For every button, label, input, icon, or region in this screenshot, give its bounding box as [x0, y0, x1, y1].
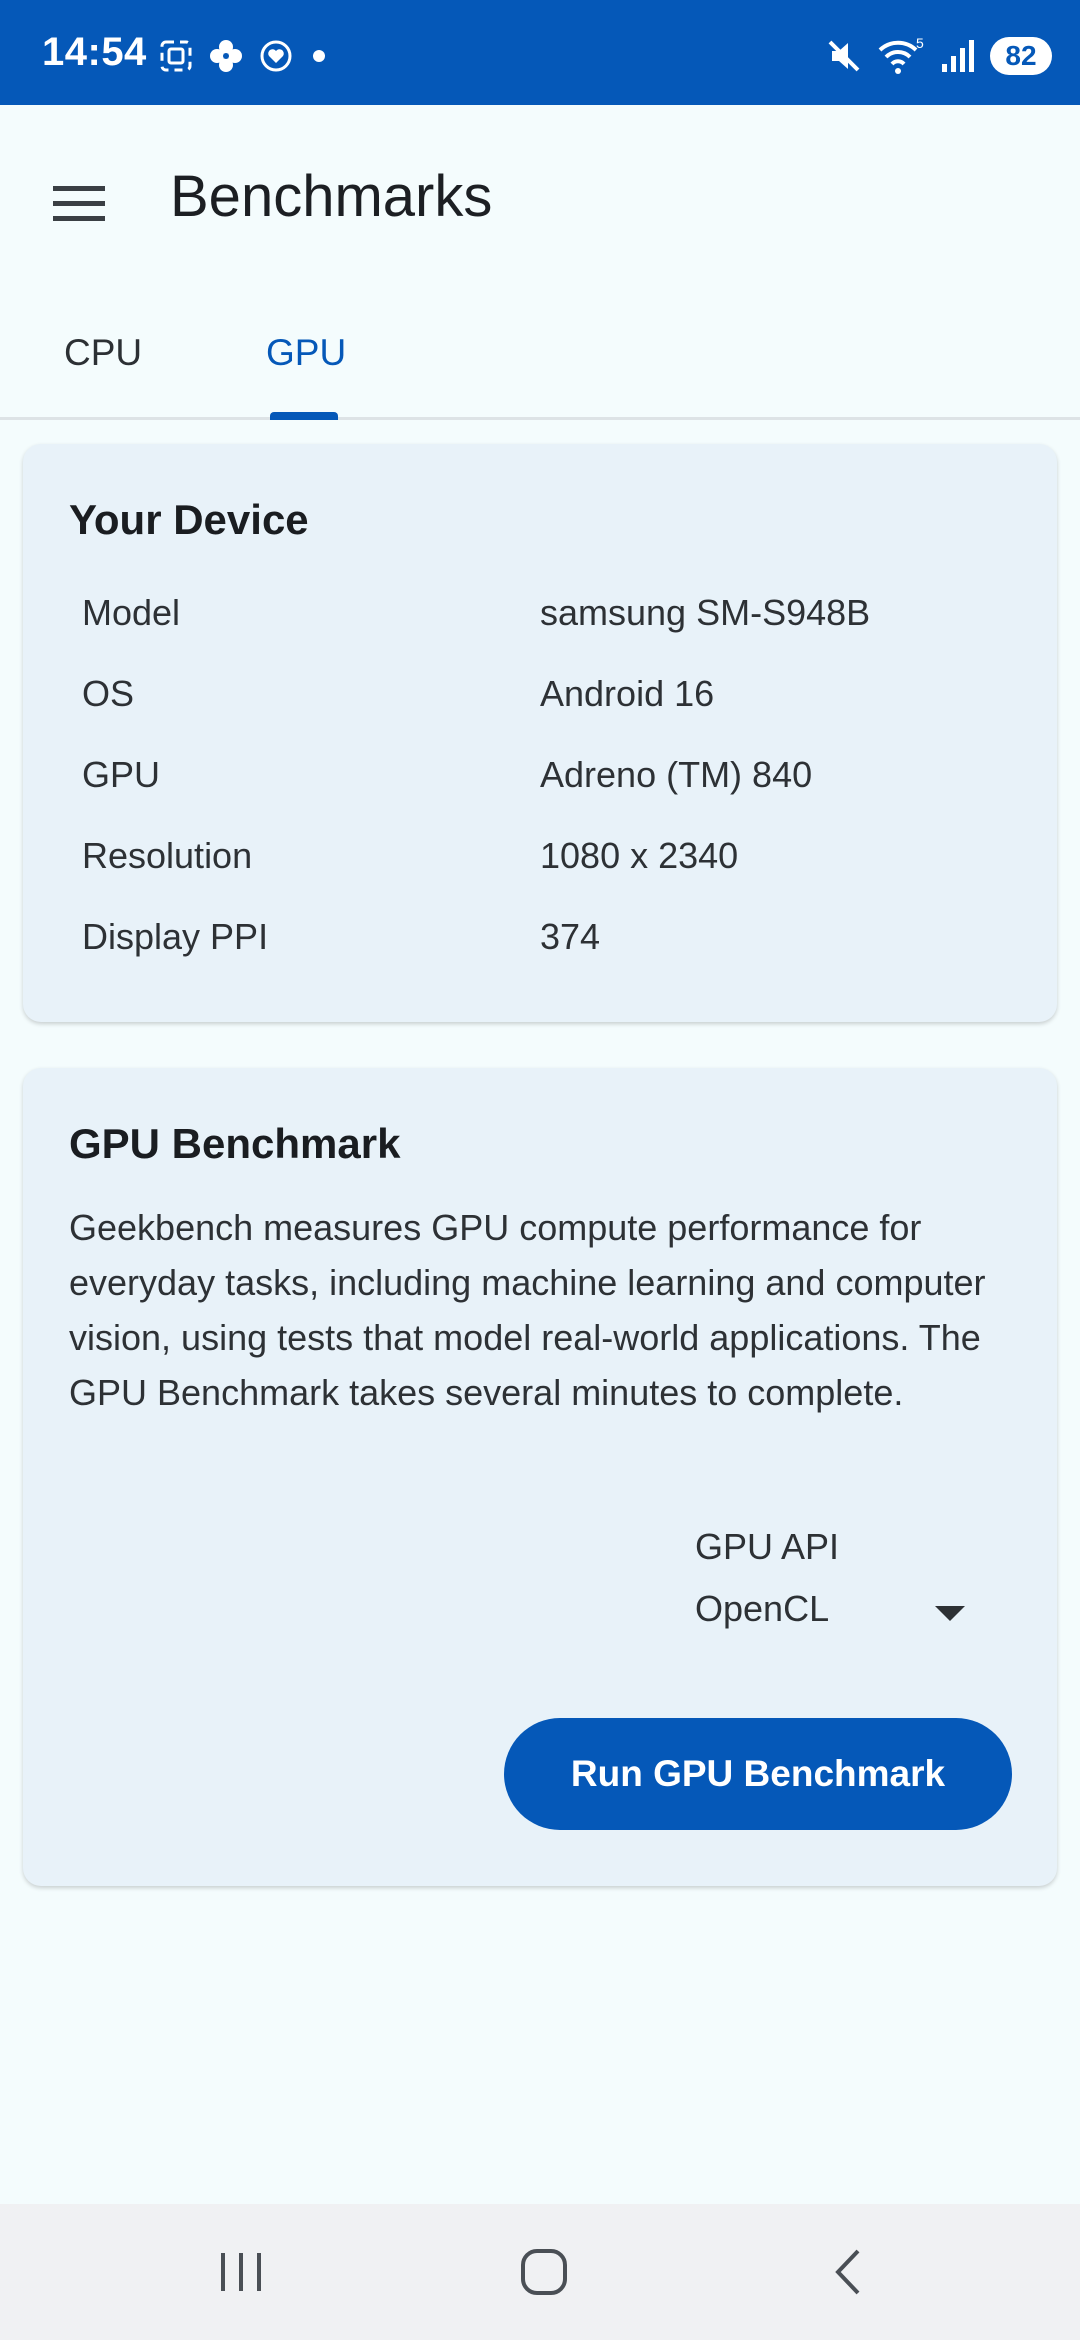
- device-row-label: Display PPI: [82, 916, 269, 957]
- dot-icon: [313, 50, 325, 62]
- heart-circle-icon: [260, 40, 292, 72]
- hamburger-menu-button[interactable]: [44, 169, 114, 239]
- device-row-display-ppi: Display PPI 374: [82, 916, 1032, 976]
- device-row-resolution: Resolution 1080 x 2340: [82, 835, 1032, 895]
- device-card-title: Your Device: [69, 496, 309, 543]
- screenshot-icon: [160, 40, 192, 72]
- battery-indicator: 82: [990, 37, 1052, 75]
- home-button[interactable]: [504, 2240, 584, 2304]
- run-gpu-benchmark-button[interactable]: Run GPU Benchmark: [504, 1718, 1012, 1830]
- recents-button[interactable]: [202, 2240, 282, 2304]
- tab-cpu[interactable]: CPU: [64, 332, 142, 374]
- benchmark-description: Geekbench measures GPU compute performan…: [69, 1207, 986, 1413]
- pinwheel-icon: [210, 40, 242, 72]
- benchmark-card-title: GPU Benchmark: [69, 1120, 401, 1167]
- back-button[interactable]: [808, 2240, 888, 2304]
- signal-icon: [942, 40, 974, 72]
- device-row-label: Resolution: [82, 835, 253, 876]
- app-bar: Benchmarks: [0, 105, 1080, 290]
- tab-gpu[interactable]: GPU: [266, 332, 346, 374]
- gpu-api-label: GPU API: [695, 1526, 840, 1567]
- device-row-label: OS: [82, 673, 135, 714]
- device-row-label: GPU: [82, 754, 161, 795]
- device-row-value: Android 16: [540, 673, 715, 714]
- gpu-api-selected-value: OpenCL: [695, 1588, 830, 1629]
- status-left-icons: [158, 38, 330, 74]
- device-row-value: samsung SM-S948B: [540, 592, 871, 633]
- gpu-api-dropdown[interactable]: OpenCL: [695, 1588, 965, 1648]
- device-row-value: 374: [540, 916, 601, 957]
- status-time: 14:54: [42, 30, 147, 74]
- device-row-os: OS Android 16: [82, 673, 1032, 733]
- dropdown-arrow-icon: [935, 1606, 965, 1621]
- hamburger-menu-icon: [53, 186, 105, 221]
- tab-bar: CPU GPU: [0, 290, 1080, 420]
- device-card: Your Device Model samsung SM-S948B OS An…: [23, 444, 1057, 1022]
- recents-icon: [221, 2253, 261, 2291]
- wifi-badge: 5: [916, 36, 924, 51]
- tab-indicator: [270, 412, 338, 420]
- device-row-label: Model: [82, 592, 181, 633]
- system-nav-bar: [0, 2204, 1080, 2340]
- page-title: Benchmarks: [170, 164, 493, 229]
- mute-icon: [828, 40, 860, 72]
- home-icon: [521, 2249, 567, 2295]
- gpu-benchmark-card: GPU Benchmark Geekbench measures GPU com…: [23, 1068, 1057, 1886]
- wifi-icon: 5: [878, 36, 924, 74]
- device-row-value: 1080 x 2340: [540, 835, 739, 876]
- status-right-icons: 5 82: [824, 36, 1052, 76]
- back-icon: [835, 2249, 860, 2295]
- device-row-model: Model samsung SM-S948B: [82, 592, 1032, 652]
- device-row-gpu: GPU Adreno (TM) 840: [82, 754, 1032, 814]
- device-row-value: Adreno (TM) 840: [540, 754, 813, 795]
- status-bar: 14:54 5 82: [0, 0, 1080, 105]
